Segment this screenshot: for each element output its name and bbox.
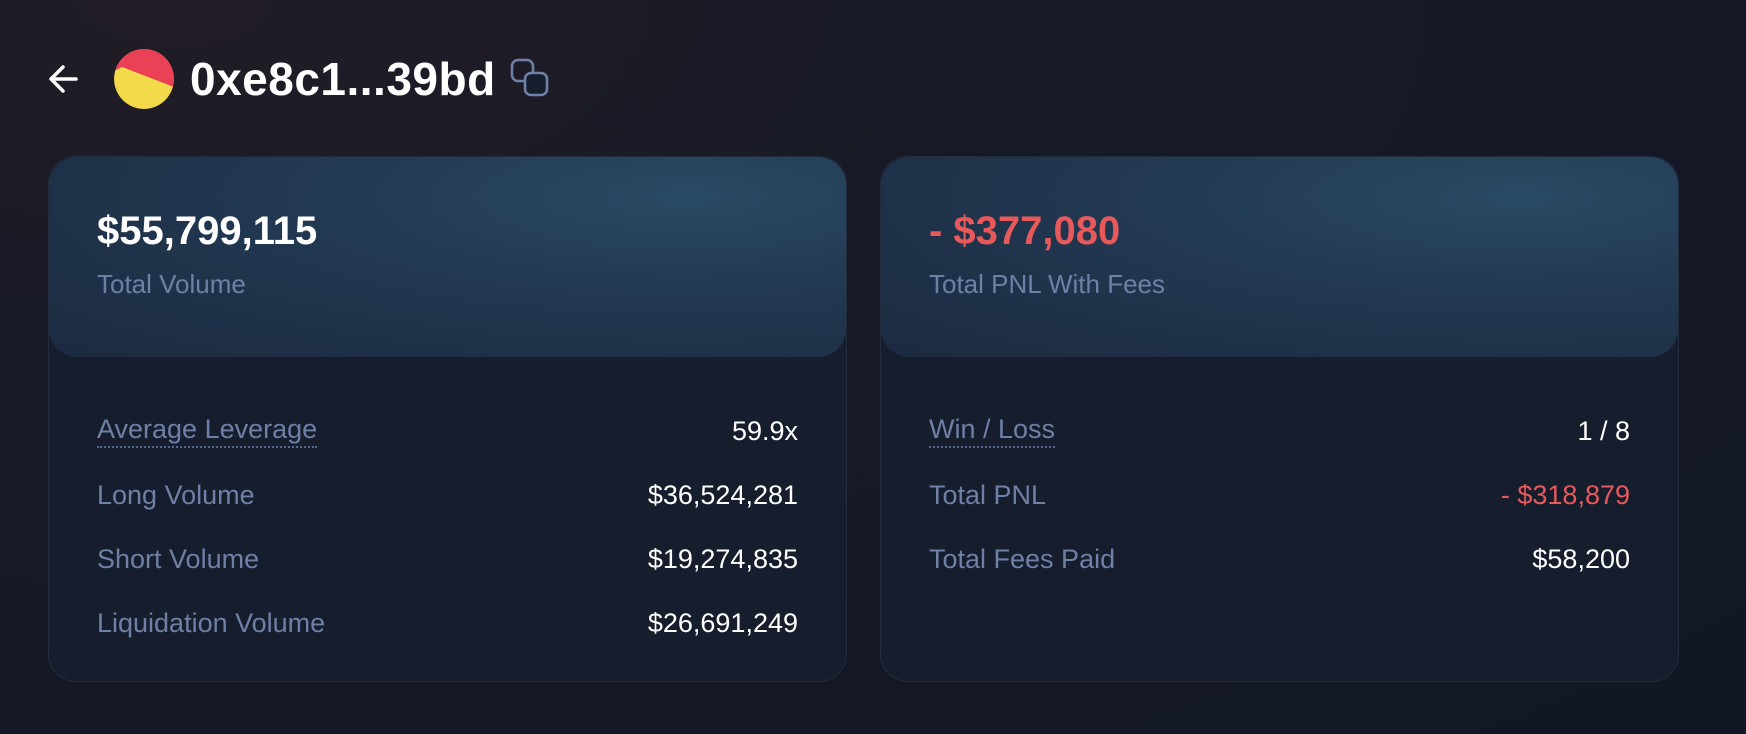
volume-stats: Average Leverage 59.9x Long Volume $36,5… (49, 357, 846, 655)
volume-card: $55,799,115 Total Volume Average Leverag… (48, 156, 847, 682)
volume-summary: $55,799,115 Total Volume (49, 157, 846, 357)
avatar (114, 49, 174, 109)
short-volume-value: $19,274,835 (647, 543, 798, 574)
total-volume-value: $55,799,115 (97, 209, 318, 253)
stat-row-win-loss: Win / Loss 1 / 8 (929, 399, 1630, 463)
average-leverage-value: 59.9x (731, 415, 798, 446)
total-pnl-with-fees-value: - $377,080 (929, 209, 1121, 253)
stat-row-average-leverage: Average Leverage 59.9x (97, 399, 798, 463)
stat-row-total-pnl: Total PNL - $318,879 (929, 463, 1630, 527)
stat-row-total-fees-paid: Total Fees Paid $58,200 (929, 527, 1630, 591)
pnl-summary: - $377,080 Total PNL With Fees (881, 157, 1678, 357)
copy-icon (510, 58, 549, 97)
pnl-stats: Win / Loss 1 / 8 Total PNL - $318,879 To… (881, 357, 1678, 591)
short-volume-label: Short Volume (97, 543, 260, 574)
long-volume-value: $36,524,281 (647, 479, 798, 510)
arrow-left-icon (49, 65, 78, 93)
stat-row-liquidation-volume: Liquidation Volume $26,691,249 (97, 591, 798, 655)
total-volume-label: Total Volume (97, 269, 246, 299)
total-fees-paid-value: $58,200 (1532, 543, 1630, 574)
page-header: 0xe8c1...39bd (44, 46, 554, 112)
stat-row-long-volume: Long Volume $36,524,281 (97, 463, 798, 527)
wallet-address: 0xe8c1...39bd (190, 53, 496, 105)
win-loss-label[interactable]: Win / Loss (929, 414, 1056, 448)
stat-row-short-volume: Short Volume $19,274,835 (97, 527, 798, 591)
total-pnl-label: Total PNL (929, 479, 1047, 510)
average-leverage-label[interactable]: Average Leverage (97, 414, 318, 448)
copy-button[interactable] (508, 56, 554, 102)
total-pnl-with-fees-label: Total PNL With Fees (929, 269, 1166, 299)
total-pnl-value: - $318,879 (1500, 479, 1630, 510)
total-fees-paid-label: Total Fees Paid (929, 543, 1116, 574)
win-loss-value: 1 / 8 (1577, 415, 1630, 446)
liquidation-volume-label: Liquidation Volume (97, 607, 326, 638)
pnl-card: - $377,080 Total PNL With Fees Win / Los… (880, 156, 1679, 682)
liquidation-volume-value: $26,691,249 (647, 607, 798, 638)
avatar-image (114, 49, 174, 109)
back-button[interactable] (44, 59, 84, 99)
long-volume-label: Long Volume (97, 479, 255, 510)
